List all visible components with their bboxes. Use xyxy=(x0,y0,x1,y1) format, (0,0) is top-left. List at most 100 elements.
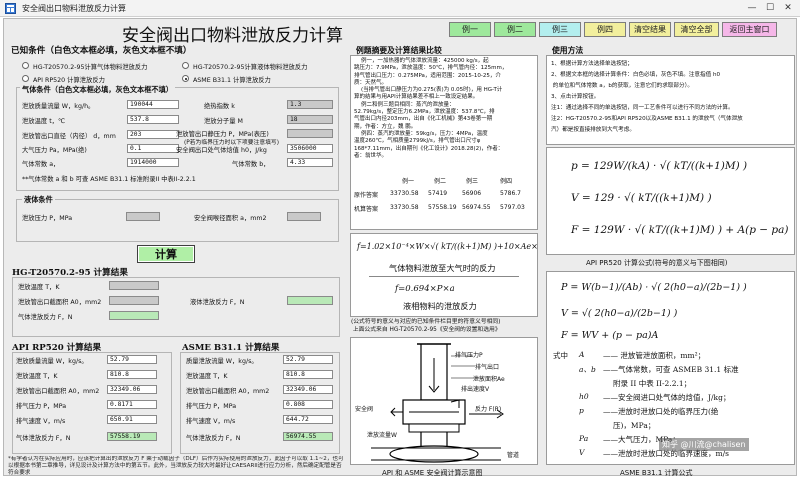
usage-text: 1、根据计算方法选择单选按钮； 2、根据文本框的选择计算条件：白色必填，灰色不填… xyxy=(551,61,743,133)
asme-velocity-output: 644.72 xyxy=(283,415,333,424)
api-temp-label: 泄放温度 T，K xyxy=(16,373,58,380)
diagram-caption: API 和 ASME 安全阀计算示意图 xyxy=(382,469,483,477)
asme-area-output: 32349.06 xyxy=(283,385,333,394)
calculate-button[interactable]: 计算 xyxy=(137,245,195,263)
label-exit-velocity: 排出速度V xyxy=(461,386,490,393)
outlet-pressure-input[interactable] xyxy=(287,129,333,138)
asme-temp-label: 泄放温度 T，K xyxy=(186,373,228,380)
adiabatic-index-label: 绝热指数 k xyxy=(204,103,235,110)
hg-gas-formula: f=1.02×10⁻⁴×W×√( kT/((k+1)M) )+10×Ae×Pe xyxy=(357,242,538,251)
definition-row: h0 ——安全阀进口处气体的焓值，J/kg； xyxy=(553,392,791,406)
safety-valve-diagram xyxy=(371,343,504,463)
maximize-button[interactable]: ☐ xyxy=(763,2,777,15)
table-cell: 5797.03 xyxy=(500,204,525,211)
asme-pressure-formula: P = W(b−1)/(Ab) · √( 2(h0−a)/(2b−1) ) xyxy=(561,282,747,293)
table-cell: 33730.58 xyxy=(390,204,419,211)
api-velocity-output: 650.91 xyxy=(107,415,157,424)
asme-formula-panel: P = W(b−1)/(Ab) · √( 2(h0−a)/(2b−1) ) V … xyxy=(546,271,795,465)
enthalpy-input[interactable]: 3506000 xyxy=(287,144,333,153)
asme-pressure-output: 0.808 xyxy=(283,400,333,409)
gas-conditions-title: 气体条件（白色文本框必填，灰色文本框不填） xyxy=(20,85,175,95)
atm-pressure-input[interactable]: 0.1 xyxy=(127,144,179,153)
app-client-area: 安全阀出口物料泄放反力计算 例一 例二 例三 例四 清空结果 清空全部 返回主窗… xyxy=(3,18,797,477)
example-2-button[interactable]: 例二 xyxy=(494,22,536,37)
hg-results-group xyxy=(12,277,340,337)
gas-const-a-input[interactable]: 1914000 xyxy=(127,158,179,167)
definition-row: 式中 A —— 泄放管泄放面积，mm²； xyxy=(553,350,791,364)
hg-liquid-formula: f=0.694×P×a xyxy=(395,284,455,294)
table-row: 原作答案 33730.58 57419 56906 5786.7 xyxy=(354,190,534,202)
molecular-weight-input[interactable]: 18 xyxy=(287,115,333,124)
api-pressure-label: 排气压力 P，MPa xyxy=(16,403,67,410)
radio-api[interactable] xyxy=(22,75,29,82)
radio-asme-label: ASME B31.1 计算泄放反力 xyxy=(193,77,271,84)
definition-text: 附录 II 中表 II-2.2.1； xyxy=(613,379,692,388)
asme-pressure-label: 排气压力 P，MPa xyxy=(186,403,237,410)
gas-flow-input[interactable]: 190044 xyxy=(127,100,179,109)
label-relief-area: 泄放面积Ae xyxy=(473,376,505,383)
table-header-cell: 例四 xyxy=(500,178,513,185)
api-velocity-formula: V = 129 · √( kT/((k+1)M) ) xyxy=(571,192,712,204)
hg-temp-label: 泄放温度 T，K xyxy=(18,284,60,291)
clear-all-button[interactable]: 清空全部 xyxy=(674,22,719,37)
liquid-conditions-title: 液体条件 xyxy=(22,195,55,205)
gas-flow-label: 泄放质量流量 W，kg/h。 xyxy=(22,103,95,110)
radio-asme[interactable] xyxy=(182,75,189,82)
gas-temp-input[interactable]: 537.8 xyxy=(127,115,179,124)
valve-throat-area-input[interactable] xyxy=(287,212,321,221)
window-titlebar: 安全阀出口物料泄放反力计算 — ☐ ✕ xyxy=(0,0,800,17)
table-header-row: 例一 例二 例三 例四 xyxy=(354,176,534,188)
radio-hg-liquid-label: HG-T20570.2-95计算液体物料泄放反力 xyxy=(193,64,308,71)
asme-force-output: 56974.55 xyxy=(283,432,333,441)
radio-hg-gas-label: HG-T20570.2-95计算气体物料泄放反力 xyxy=(33,64,148,71)
adiabatic-index-input[interactable]: 1.3 xyxy=(287,100,333,109)
asme-velocity-formula: V = √( 2(h0−a)/(2b−1) ) xyxy=(561,308,678,319)
example-4-button[interactable]: 例四 xyxy=(584,22,626,37)
pipe-diameter-label: 泄放管出口直径（内径） d，mm xyxy=(22,133,116,140)
asme-force-formula: F = WV + (p − pa)A xyxy=(561,330,659,341)
example-1-button[interactable]: 例一 xyxy=(449,22,491,37)
table-header-cell: 例三 xyxy=(466,178,479,185)
divider xyxy=(369,276,519,277)
radio-hg-liquid[interactable] xyxy=(182,62,189,69)
clear-results-button[interactable]: 清空结果 xyxy=(629,22,671,37)
gas-constants-note: **气体常数 a 和 b 可查 ASME B31.1 标准附录II 中表II-2… xyxy=(22,176,196,183)
liquid-pressure-input[interactable] xyxy=(126,212,160,221)
api-area-label: 泄放管出口截面积 A0，mm2 xyxy=(16,388,100,395)
gas-const-b-input[interactable]: 4.33 xyxy=(287,158,333,167)
definition-symbol: V xyxy=(579,448,585,457)
examples-panel: 例一，一加热器的气体泄放流量：425000 kg/s，起 跳压力：7.9MPa，… xyxy=(350,55,538,230)
known-conditions-title: 已知条件（白色文本框必填，灰色文本框不填） xyxy=(11,46,192,56)
asme-flow-label: 质量泄放流量 W，kg/s。 xyxy=(186,358,258,365)
table-cell: 57558.19 xyxy=(428,204,457,211)
hg-liquid-force-output xyxy=(287,296,333,305)
window-title: 安全阀出口物料泄放反力计算 xyxy=(22,4,126,13)
api-flow-output: 52.79 xyxy=(107,355,157,364)
api-velocity-label: 排气速度 V，m/s xyxy=(16,418,66,425)
gas-const-a-label: 气体常数 a， xyxy=(22,161,60,168)
asme-velocity-label: 排气速度 V，m/s xyxy=(186,418,236,425)
definition-text: ——安全阀进口处气体的焓值，J/kg； xyxy=(603,393,731,402)
hg-formula-panel: f=1.02×10⁻⁴×W×√( kT/((k+1)M) )+10×Ae×Pe … xyxy=(350,233,538,317)
app-icon xyxy=(5,3,16,14)
asme-formula-caption: ASME B31.1 计算公式 xyxy=(620,469,693,477)
definition-symbol: p xyxy=(579,406,584,415)
return-main-button[interactable]: 返回主窗口 xyxy=(722,22,777,37)
example-3-button[interactable]: 例三 xyxy=(539,22,581,37)
api-flow-label: 泄放质量流量 W，kg/s。 xyxy=(16,358,88,365)
close-button[interactable]: ✕ xyxy=(781,2,795,15)
api-force-label: 气体泄放反力 F，N xyxy=(16,435,71,442)
dynamic-load-footnote: *有学者认为在实际应用时，应该把计算出的泄放反力 F 乘于动载因子（DLF）后作… xyxy=(8,456,344,476)
definition-symbol: h0 xyxy=(579,392,589,401)
api-temp-output: 810.8 xyxy=(107,370,157,379)
radio-hg-gas[interactable] xyxy=(22,62,29,69)
table-cell: 33730.58 xyxy=(390,190,419,197)
api-force-output: 57558.19 xyxy=(107,432,157,441)
minimize-button[interactable]: — xyxy=(745,2,759,15)
asme-force-label: 气体泄放反力 F，N xyxy=(186,435,241,442)
pipe-diameter-input[interactable]: 203 xyxy=(127,130,179,139)
gas-temp-label: 泄放温度 t，℃ xyxy=(22,118,66,125)
usage-panel: 1、根据计算方法选择单选按钮； 2、根据文本框的选择计算条件：白色必填，灰色不填… xyxy=(546,55,795,145)
app-title: 安全阀出口物料泄放反力计算 xyxy=(122,26,343,46)
hg-liquid-formula-caption: 液相物料的泄放反力 xyxy=(403,301,477,311)
